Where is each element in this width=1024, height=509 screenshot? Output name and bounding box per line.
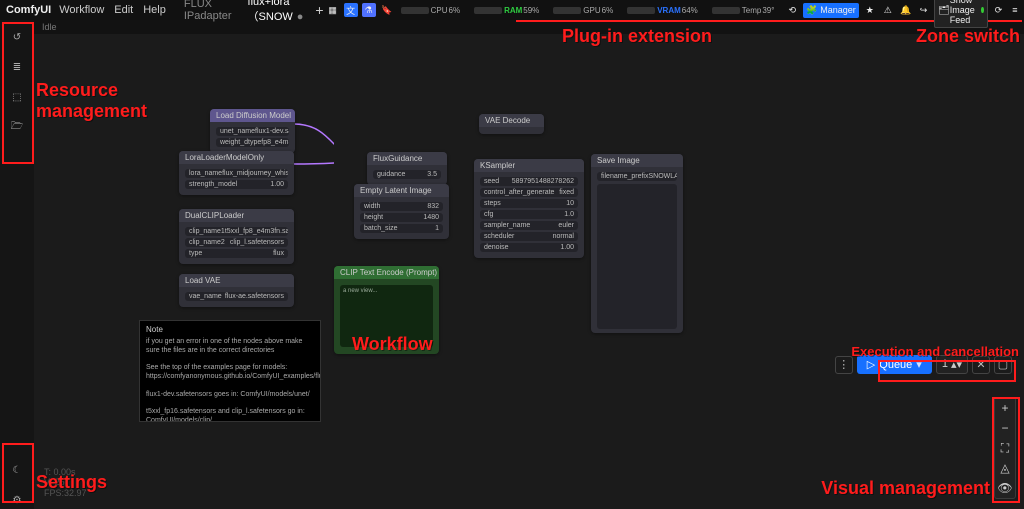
queue-count[interactable]: 1▴▾ <box>936 355 968 374</box>
custom-scripts-icon[interactable]: ⚗ <box>362 3 376 17</box>
queue-button[interactable]: ▷ Queue ▾ <box>857 355 932 374</box>
left-sidebar: ↺ ≣ ⬚ 🗁 ☾ ⚙ <box>0 20 34 509</box>
gauge-cpu: CPU6% <box>398 4 467 17</box>
menu-help[interactable]: Help <box>143 4 166 16</box>
app-brand: ComfyUI <box>6 4 51 16</box>
note-body: if you get an error in one of the nodes … <box>146 338 314 422</box>
save-image-preview <box>597 184 677 329</box>
view-controls: + − ⛶ ◬ 👁 <box>994 397 1016 499</box>
node-ksampler[interactable]: KSampler seed5897951488278262control_aft… <box>474 159 584 258</box>
reset-icon[interactable]: ⟲ <box>785 3 799 17</box>
star-icon[interactable]: ★ <box>863 3 877 17</box>
note-title: Note <box>146 325 314 335</box>
translate-icon[interactable]: 文 <box>344 3 358 17</box>
bookmark-icon[interactable]: 🔖 <box>380 3 394 17</box>
folder-icon[interactable]: 🗁 <box>8 118 26 136</box>
node-vae-decode[interactable]: VAE Decode <box>479 114 544 134</box>
crystools-icon[interactable]: ▦ <box>326 3 340 17</box>
list-icon[interactable]: ≣ <box>8 58 26 76</box>
bell-icon[interactable]: 🔔 <box>899 3 913 17</box>
zoom-in-button[interactable]: + <box>995 398 1015 418</box>
node-lora-loader[interactable]: LoraLoaderModelOnly lora_nameflux_midjou… <box>179 151 294 195</box>
note-node[interactable]: Note if you get an error in one of the n… <box>139 320 321 422</box>
tab-add[interactable]: + <box>315 2 323 18</box>
feed-status-dot <box>981 7 983 13</box>
share-icon[interactable]: ↪ <box>917 3 931 17</box>
status-bar: Idle <box>0 20 1024 34</box>
locate-button[interactable]: ◬ <box>995 458 1015 478</box>
node-clip-text-encode[interactable]: CLIP Text Encode (Prompt) a new view... <box>334 266 439 354</box>
footer-info: T: 0.00sV: 26FPS:32.97 <box>44 467 87 499</box>
tab-active[interactable]: flux+lora（SNOW● <box>244 0 308 26</box>
gauge-gpu: GPU6% <box>550 4 620 17</box>
node-load-vae[interactable]: Load VAE vae_nameflux-ae.safetensors <box>179 274 294 307</box>
workflow-hint: FLUX IPadapter <box>184 0 232 22</box>
status-text: Idle <box>42 22 57 32</box>
show-image-feed-button[interactable]: 🗂 Show Image Feed <box>934 0 987 28</box>
clear-button[interactable]: ▢ <box>994 356 1012 374</box>
queue-bar: ⋮ ▷ Queue ▾ 1▴▾ ✕ ▢ <box>835 355 1012 374</box>
node-save-image[interactable]: Save Image filename_prefixSNOWLAD <box>591 154 683 333</box>
node-empty-latent[interactable]: Empty Latent Image width832height1480bat… <box>354 184 449 239</box>
hamburger-icon[interactable]: ≡ <box>1009 3 1020 17</box>
refresh-icon[interactable]: ⟳ <box>992 3 1006 17</box>
bug-icon[interactable]: ⚠ <box>881 3 895 17</box>
fit-button[interactable]: ⛶ <box>995 438 1015 458</box>
workflow-canvas[interactable]: Load Diffusion Model unet_nameflux1-dev.… <box>34 34 1024 509</box>
node-dual-clip-loader[interactable]: DualCLIPLoader clip_name1t5xxl_fp8_e4m3f… <box>179 209 294 264</box>
zoom-out-button[interactable]: − <box>995 418 1015 438</box>
cube-icon[interactable]: ⬚ <box>8 88 26 106</box>
menu-workflow[interactable]: Workflow <box>59 4 104 16</box>
history-icon[interactable]: ↺ <box>8 28 26 46</box>
gauge-vram: VRAM64% <box>624 4 705 17</box>
gauge-ram: RAM59% <box>471 4 546 17</box>
top-bar: ComfyUI Workflow Edit Help FLUX IPadapte… <box>0 0 1024 20</box>
settings-gear-icon[interactable]: ⚙ <box>8 491 26 509</box>
menu-edit[interactable]: Edit <box>114 4 133 16</box>
node-load-diffusion[interactable]: Load Diffusion Model unet_nameflux1-dev.… <box>210 109 295 153</box>
toggle-link-vis-button[interactable]: 👁 <box>995 478 1015 498</box>
theme-moon-icon[interactable]: ☾ <box>8 461 26 479</box>
manager-button[interactable]: 🧩Manager <box>803 3 859 18</box>
queue-menu-button[interactable]: ⋮ <box>835 356 853 374</box>
tab-dirty-dot[interactable]: ● <box>297 11 304 23</box>
cancel-button[interactable]: ✕ <box>972 356 990 374</box>
prompt-textarea[interactable]: a new view... <box>340 285 433 347</box>
gauge-temp: Temp39° <box>709 4 782 17</box>
node-flux-guidance[interactable]: FluxGuidance guidance3.5 <box>367 152 447 185</box>
